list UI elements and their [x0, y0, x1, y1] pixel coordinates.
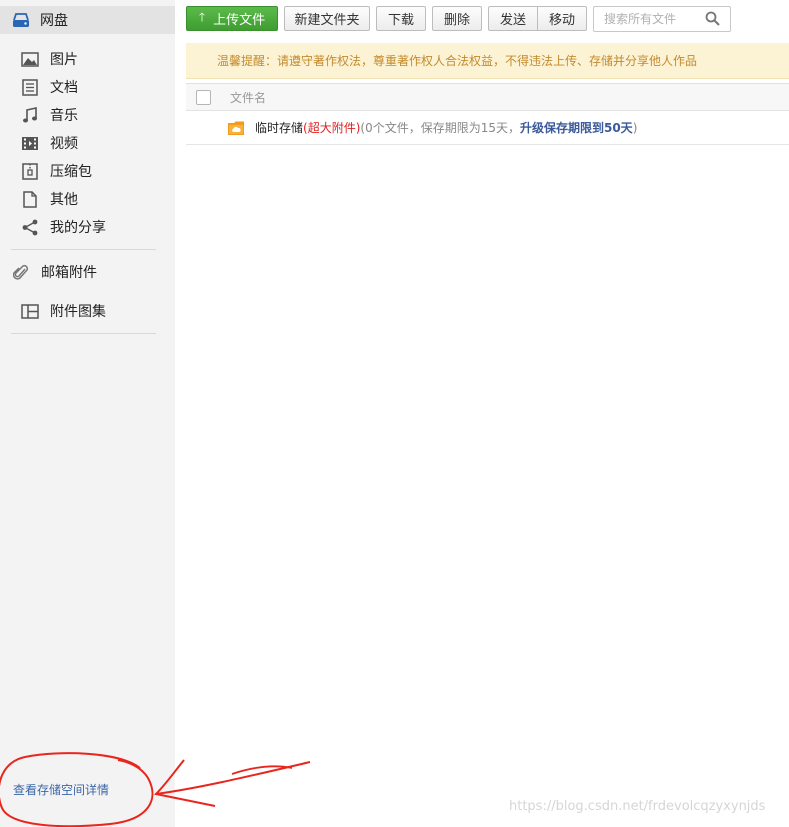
file-name-text: 临时存储(超大附件)(0个文件，保存期限为15天，升级保存期限到50天) — [255, 119, 637, 136]
sidebar-header-drive[interactable]: 网盘 — [0, 6, 175, 34]
sidebar-item-label: 其他 — [50, 192, 78, 208]
video-icon — [20, 133, 40, 153]
search-icon[interactable] — [705, 11, 720, 30]
archive-icon — [20, 161, 40, 181]
folder-name[interactable]: 临时存储 — [255, 121, 303, 135]
upload-arrow-icon: 🡑 — [198, 10, 206, 24]
notice-text: 温馨提醒：请遵守著作权法，尊重著作权人合法权益，不得违法上传、存储并分享他人作品 — [217, 54, 698, 68]
sidebar-divider — [11, 333, 156, 334]
large-attachment-tag: (超大附件) — [303, 121, 361, 135]
watermark: https://blog.csdn.net/frdevolcqzyxynjds — [509, 799, 766, 814]
sidebar-item-label: 邮箱附件 — [41, 265, 97, 281]
cloud-folder-icon — [227, 120, 245, 136]
sidebar-item-label: 图片 — [50, 52, 78, 68]
share-icon — [20, 217, 40, 237]
sidebar-item-label: 视频 — [50, 136, 78, 152]
sidebar-item-attachment-gallery[interactable]: 附件图集 — [20, 299, 106, 323]
sidebar-item-label: 压缩包 — [50, 164, 92, 180]
upgrade-retention-link[interactable]: 升级保存期限到50天 — [520, 121, 633, 135]
file-icon — [20, 189, 40, 209]
upload-button[interactable]: 🡑 上传文件 — [186, 6, 278, 31]
search-input[interactable] — [602, 11, 706, 27]
paperclip-icon — [11, 262, 31, 282]
sidebar: 网盘 图片 文档 音乐 视频 压缩包 其他 我的分享 邮箱附件 附件图集 查看存… — [0, 0, 175, 827]
sidebar-item-my-shares[interactable]: 我的分享 — [20, 215, 106, 239]
sidebar-item-label: 音乐 — [50, 108, 78, 124]
sidebar-item-archives[interactable]: 压缩包 — [20, 159, 92, 183]
music-icon — [20, 105, 40, 125]
copyright-notice: 温馨提醒：请遵守著作权法，尊重著作权人合法权益，不得违法上传、存储并分享他人作品 — [186, 43, 789, 79]
image-icon — [20, 49, 40, 69]
sidebar-item-label: 我的分享 — [50, 220, 106, 236]
sidebar-item-documents[interactable]: 文档 — [20, 75, 78, 99]
sidebar-item-label: 附件图集 — [50, 304, 106, 320]
download-button[interactable]: 下载 — [376, 6, 426, 31]
sidebar-divider — [11, 249, 156, 250]
sidebar-item-video[interactable]: 视频 — [20, 131, 78, 155]
sidebar-item-label: 文档 — [50, 80, 78, 96]
upload-button-label: 上传文件 — [213, 13, 266, 28]
document-icon — [20, 77, 40, 97]
sidebar-header-label: 网盘 — [40, 13, 68, 29]
new-folder-button[interactable]: 新建文件夹 — [284, 6, 370, 31]
move-button[interactable]: 移动 — [537, 6, 587, 31]
sidebar-item-other[interactable]: 其他 — [20, 187, 78, 211]
select-all-checkbox[interactable] — [196, 89, 211, 105]
column-header-filename[interactable]: 文件名 — [230, 89, 266, 106]
sidebar-item-images[interactable]: 图片 — [20, 47, 78, 71]
folder-info: (0个文件，保存期限为15天， — [360, 121, 520, 135]
table-row[interactable]: 临时存储(超大附件)(0个文件，保存期限为15天，升级保存期限到50天) — [186, 111, 789, 145]
search-box — [593, 6, 731, 32]
drive-icon — [12, 11, 30, 29]
sidebar-item-mail-attachments[interactable]: 邮箱附件 — [11, 260, 97, 284]
delete-button[interactable]: 删除 — [432, 6, 482, 31]
sidebar-item-music[interactable]: 音乐 — [20, 103, 78, 127]
gallery-icon — [20, 301, 40, 321]
folder-info-close: ) — [632, 121, 638, 135]
storage-details-link[interactable]: 查看存储空间详情 — [13, 781, 109, 798]
file-table-header: 文件名 — [186, 83, 789, 111]
send-button[interactable]: 发送 — [488, 6, 538, 31]
